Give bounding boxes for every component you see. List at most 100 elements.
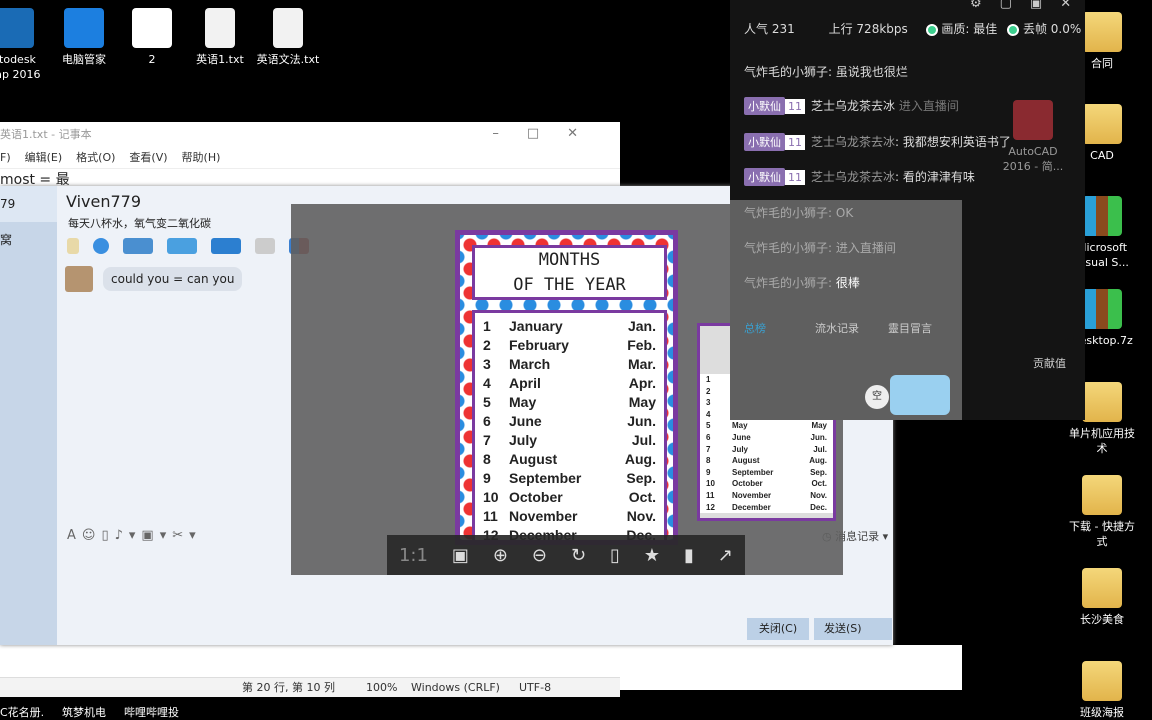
month-row: 5 May May bbox=[706, 420, 827, 432]
month-abbr: Nov. bbox=[626, 508, 656, 524]
desktop-icon-downloads[interactable]: 下载 - 快捷方式 bbox=[1068, 475, 1136, 549]
month-row: 6 June Jun. bbox=[706, 432, 827, 444]
taskbar-item[interactable]: C花名册. bbox=[0, 704, 44, 720]
desktop-icon-2[interactable]: 2 bbox=[118, 8, 186, 67]
menu-format[interactable]: 格式(O) bbox=[76, 151, 115, 164]
desktop-icon-autocad[interactable]: AutoCAD 2016 - 简... bbox=[999, 100, 1067, 174]
month-number: 9 bbox=[483, 470, 491, 486]
menu-edit[interactable]: 编辑(E) bbox=[25, 151, 63, 164]
shield-icon bbox=[64, 8, 104, 48]
share-icon[interactable]: ↗ bbox=[718, 545, 733, 566]
sidebar-contact[interactable]: 79 bbox=[0, 186, 57, 222]
quality: 画质: 最佳 bbox=[941, 22, 998, 36]
close-button[interactable]: 关闭(C) bbox=[747, 618, 809, 640]
months-table: 1 January Jan. 2 February Feb. 3 March Mar. 4 Apri… bbox=[472, 310, 667, 540]
tab-flow-record[interactable]: 流水记录 bbox=[815, 320, 859, 336]
folder-icon bbox=[1082, 12, 1122, 52]
bookmark-icon[interactable]: ★ bbox=[644, 545, 660, 566]
taskbar-item[interactable]: 哔哩哔哩投 bbox=[124, 704, 179, 720]
desktop-icon-poster[interactable]: 班级海报 bbox=[1068, 661, 1136, 720]
zoom-in-icon[interactable]: ⊕ bbox=[493, 545, 508, 566]
autodesk-icon bbox=[0, 8, 34, 48]
menu-help[interactable]: 帮助(H) bbox=[182, 151, 221, 164]
menu-file[interactable]: F) bbox=[0, 151, 11, 164]
month-name: May bbox=[509, 394, 537, 410]
month-abbr: Aug. bbox=[809, 456, 827, 466]
month-number: 11 bbox=[706, 490, 715, 500]
menu-view[interactable]: 查看(V) bbox=[129, 151, 167, 164]
tab-total-rank[interactable]: 总榜 bbox=[744, 320, 766, 336]
month-name: December bbox=[732, 502, 771, 512]
month-abbr: Oct. bbox=[811, 479, 827, 489]
poster-title: MONTHS OF THE YEAR bbox=[472, 245, 667, 300]
month-row: 8 August Aug. bbox=[706, 455, 827, 467]
save-icon[interactable]: ▯ bbox=[610, 545, 620, 566]
send-button[interactable]: 发送(S) bbox=[814, 618, 892, 640]
desktop-icon-grammar-txt[interactable]: 英语文法.txt bbox=[254, 8, 322, 67]
month-name: August bbox=[732, 456, 760, 466]
viewer-toolbar: 1:1 ▣ ⊕ ⊖ ↻ ▯ ★ ▮ ↗ bbox=[387, 535, 745, 575]
month-name: June bbox=[509, 413, 542, 429]
folder-icon bbox=[1082, 382, 1122, 422]
text-file-icon bbox=[273, 8, 303, 48]
month-name: May bbox=[732, 421, 748, 431]
sidebar-contact[interactable]: 窝 bbox=[0, 222, 57, 258]
tab-third[interactable]: 靈目冒言 bbox=[888, 320, 932, 336]
avatar[interactable] bbox=[65, 266, 93, 292]
chat-item: 气炸毛的小狮子: OK bbox=[744, 206, 854, 220]
desktop-icon-changsha[interactable]: 长沙美食 bbox=[1068, 568, 1136, 627]
month-number: 6 bbox=[706, 432, 711, 442]
fit-screen-icon[interactable]: ▣ bbox=[452, 545, 469, 566]
month-name: November bbox=[509, 508, 578, 524]
contact-name[interactable]: Viven779 bbox=[66, 192, 141, 211]
contact-signature: 每天八杯水，氧气变二氧化碳 bbox=[68, 217, 211, 230]
line-ending: Windows (CRLF) bbox=[411, 681, 500, 694]
month-abbr: Sep. bbox=[810, 467, 827, 477]
desktop-icon-pcmanager[interactable]: 电脑管家 bbox=[50, 8, 118, 67]
speech-bubble: 空 bbox=[865, 385, 889, 409]
month-row: 12 December Dec. bbox=[706, 502, 827, 514]
month-name: October bbox=[509, 489, 563, 505]
chat-item: 小默仙 11 芝士乌龙茶去冰: 我都想安利英语书了 bbox=[744, 133, 1011, 151]
video-icon[interactable] bbox=[93, 238, 109, 254]
screen-share-icon[interactable] bbox=[123, 238, 153, 254]
window-controls[interactable]: –□✕ bbox=[492, 126, 606, 141]
month-name: June bbox=[732, 432, 751, 442]
phone-icon[interactable]: ▮ bbox=[684, 545, 694, 566]
month-number: 7 bbox=[483, 432, 491, 448]
month-number: 12 bbox=[706, 502, 715, 512]
month-row: 4 April Apr. bbox=[483, 374, 656, 393]
months-poster-image[interactable]: MONTHS OF THE YEAR 1 January Jan. 2 February F… bbox=[455, 230, 678, 545]
month-row: 8 August Aug. bbox=[483, 450, 656, 469]
month-row: 11 November Nov. bbox=[706, 490, 827, 502]
popularity-count: 231 bbox=[771, 22, 795, 36]
month-abbr: May bbox=[811, 421, 827, 431]
zoom-out-icon[interactable]: ⊖ bbox=[532, 545, 547, 566]
notepad-text-area[interactable]: most = 最 bbox=[0, 168, 620, 188]
month-abbr: Feb. bbox=[627, 337, 656, 353]
desktop-icon-autodesk[interactable]: utodesk Cap 2016 bbox=[0, 8, 48, 82]
contribution-label: 贡献值 bbox=[1033, 357, 1066, 370]
contact-sidebar: 79 窝 bbox=[0, 186, 57, 645]
archive-icon bbox=[1082, 289, 1122, 329]
rotate-icon[interactable]: ↻ bbox=[571, 545, 586, 566]
file-transfer-icon[interactable] bbox=[167, 238, 197, 254]
remote-desktop-icon[interactable] bbox=[211, 238, 241, 254]
voice-icon[interactable] bbox=[67, 238, 79, 254]
desktop-icon-english-txt[interactable]: 英语1.txt bbox=[186, 8, 254, 67]
live-header-icons[interactable]: ⚙▢▣✕ bbox=[970, 0, 1089, 11]
month-row: 3 March Mar. bbox=[483, 355, 656, 374]
chat-message: could you = can you bbox=[103, 267, 243, 291]
taskbar-item[interactable]: 筑梦机电 bbox=[62, 704, 106, 720]
chat-item: 小默仙 11 芝士乌龙茶去冰 进入直播间 bbox=[744, 97, 959, 115]
month-name: July bbox=[732, 444, 749, 454]
input-toolbar[interactable]: A☺▯♪▾▣▾✂▾ bbox=[67, 528, 202, 543]
month-row: 7 July Jul. bbox=[483, 431, 656, 450]
month-abbr: Oct. bbox=[628, 489, 656, 505]
month-number: 1 bbox=[706, 375, 711, 384]
add-app-icon[interactable] bbox=[255, 238, 275, 254]
chat-item: 气炸毛的小狮子: 虽说我也很烂 bbox=[744, 65, 908, 79]
actual-size-button[interactable]: 1:1 bbox=[399, 545, 428, 566]
month-number: 2 bbox=[706, 386, 711, 396]
folder-icon bbox=[1082, 104, 1122, 144]
